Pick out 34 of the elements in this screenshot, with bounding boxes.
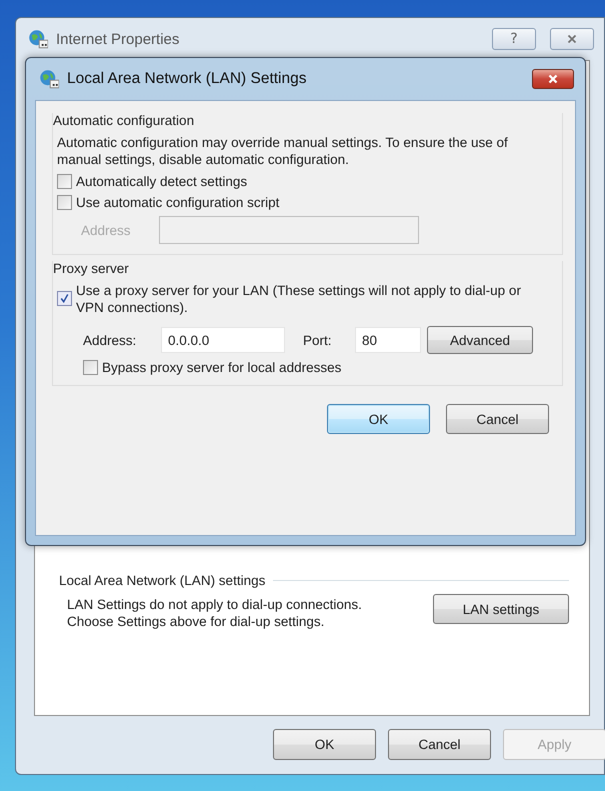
description-text: LAN Settings do not apply to dial-up connections. [67, 596, 362, 613]
dialog-button[interactable]: OK [327, 404, 430, 434]
close-icon [546, 72, 560, 86]
field-label: Address [81, 222, 132, 238]
checkbox-label[interactable]: Use a proxy server for your LAN (These settings will not apply to dial-up or VPN connections). [76, 282, 552, 316]
network-globe-icon [28, 29, 48, 49]
checkbox[interactable] [57, 291, 72, 306]
checkbox[interactable] [83, 360, 98, 375]
checkbox[interactable] [57, 195, 72, 210]
group-heading: Local Area Network (LAN) settings [59, 573, 266, 588]
checkbox-label[interactable]: Automatically detect settings [76, 174, 248, 189]
port-field[interactable]: 80 [355, 327, 421, 353]
help-button[interactable]: ? [492, 28, 536, 50]
network-globe-icon [39, 69, 59, 89]
field-label: Address: [83, 332, 138, 348]
group-heading: Proxy server [53, 261, 129, 276]
close-button[interactable] [532, 69, 574, 89]
advanced-button[interactable]: Advanced [427, 326, 533, 354]
group-heading: Automatic configuration [53, 113, 194, 128]
dialog-button[interactable]: Cancel [446, 404, 549, 434]
description-text: Automatic configuration may override manual settings. To ensure the use of manual settings, disable automatic configuration. [57, 134, 509, 168]
checkbox[interactable] [57, 174, 72, 189]
address-field[interactable]: 0.0.0.0 [161, 327, 285, 353]
lan-settings-button[interactable]: LAN settings [433, 594, 569, 624]
field-label: Port: [303, 332, 333, 348]
check-icon [58, 292, 71, 305]
description-text: Choose Settings above for dial-up settings. [67, 613, 326, 630]
checkbox-label[interactable]: Bypass proxy server for local addresses [102, 360, 342, 375]
dialog-button[interactable]: Cancel [388, 729, 491, 760]
dialog-title: Local Area Network (LAN) Settings [67, 70, 306, 88]
dialog-button[interactable]: OK [273, 729, 376, 760]
checkbox-label[interactable]: Use automatic configuration script [76, 195, 280, 210]
window-title: Internet Properties [56, 30, 180, 48]
close-icon [565, 32, 579, 46]
